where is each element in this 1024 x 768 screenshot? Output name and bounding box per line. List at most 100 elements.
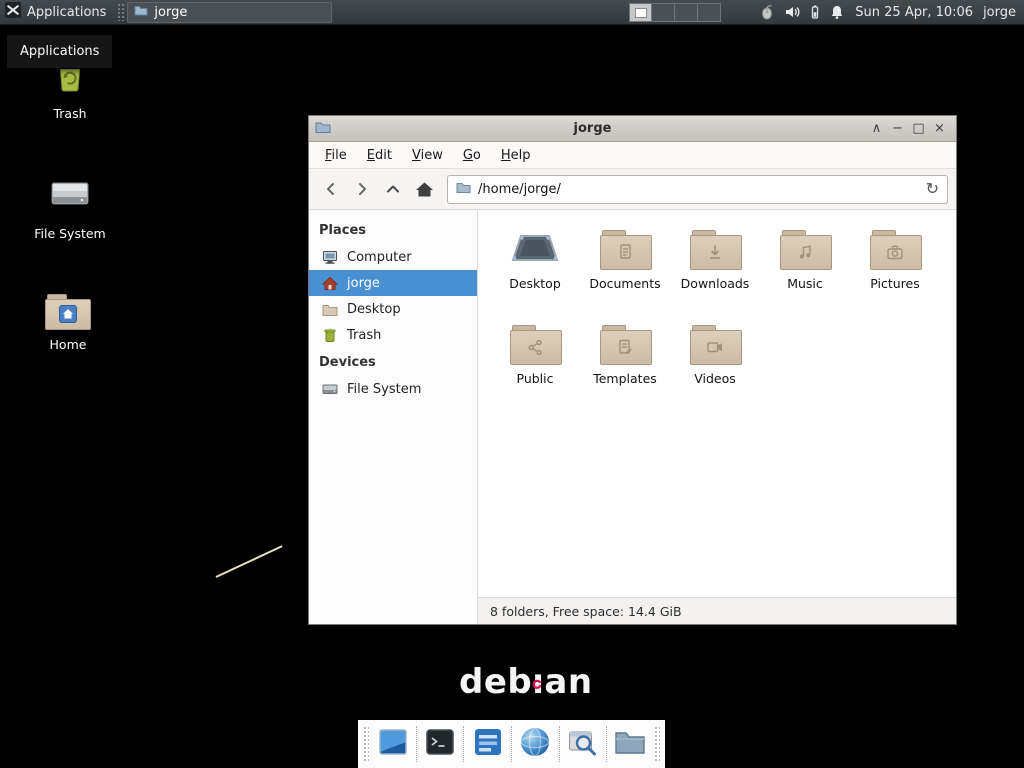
home-emblem-icon (59, 305, 77, 323)
file-item-downloads[interactable]: Downloads (671, 226, 759, 321)
file-item-videos[interactable]: Videos (671, 321, 759, 416)
panel-handle[interactable] (117, 3, 125, 21)
bell-icon[interactable] (829, 4, 845, 20)
back-button[interactable] (317, 175, 345, 203)
applications-label: Applications (27, 5, 106, 20)
volume-icon[interactable] (784, 4, 801, 20)
debian-swirl-icon (531, 659, 542, 699)
template-emblem-icon (615, 338, 635, 357)
trash-icon (322, 327, 338, 343)
text-editor-icon (472, 726, 504, 762)
file-label: Pictures (870, 276, 920, 291)
file-label: Documents (589, 276, 660, 291)
sidebar-item-trash[interactable]: Trash (309, 322, 477, 348)
dock-separator (511, 726, 512, 762)
workspace-pager (629, 3, 721, 22)
workspace-1[interactable] (629, 3, 652, 22)
devices-header: Devices (309, 348, 477, 376)
terminal-icon (424, 726, 456, 762)
sidebar-item-computer[interactable]: Computer (309, 244, 477, 270)
file-item-public[interactable]: Public (491, 321, 579, 416)
menu-edit[interactable]: Edit (357, 144, 402, 167)
menubar: File Edit View Go Help (309, 142, 956, 169)
music-note-icon (795, 243, 815, 262)
workspace-3[interactable] (675, 3, 698, 22)
folder-icon (600, 325, 650, 363)
clock[interactable]: Sun 25 Apr, 10:06 (855, 5, 973, 20)
launcher-web-browser[interactable] (517, 724, 553, 764)
launcher-file-manager[interactable] (612, 724, 648, 764)
folder-icon (614, 729, 646, 760)
folder-icon (870, 230, 920, 268)
sidebar-item-jorge[interactable]: jorge (309, 270, 477, 296)
path-folder-icon (456, 181, 471, 198)
file-label: Music (787, 276, 823, 291)
home-button[interactable] (410, 175, 438, 203)
task-window-icon (134, 4, 148, 20)
file-item-pictures[interactable]: Pictures (851, 226, 939, 321)
share-emblem-icon (525, 338, 545, 357)
desktop-icon-home[interactable]: Home (20, 294, 116, 352)
main-column: Desktop Documents (478, 210, 956, 624)
titlebar[interactable]: jorge ∧ − □ × (309, 116, 956, 142)
desktop-icon-filesystem[interactable]: File System (22, 172, 118, 241)
desktop-icon-label: Home (50, 337, 87, 352)
sidebar-item-label: Computer (347, 250, 412, 265)
dock-separator (606, 726, 607, 762)
folder-icon (600, 230, 650, 268)
file-item-desktop[interactable]: Desktop (491, 226, 579, 321)
file-label: Public (517, 371, 554, 386)
forward-button[interactable] (348, 175, 376, 203)
computer-icon (322, 249, 338, 265)
sidebar-item-desktop[interactable]: Desktop (309, 296, 477, 322)
launcher-text-editor[interactable] (470, 724, 506, 764)
dock-separator (463, 726, 464, 762)
menu-file[interactable]: File (315, 144, 357, 167)
launcher-terminal[interactable] (422, 724, 458, 764)
drive-icon (48, 172, 92, 219)
applications-tooltip: Applications (6, 34, 113, 69)
menu-help[interactable]: Help (491, 144, 541, 167)
file-item-documents[interactable]: Documents (581, 226, 669, 321)
path-bar[interactable]: /home/jorge/ ↻ (447, 175, 948, 204)
dock-separator (559, 726, 560, 762)
video-emblem-icon (705, 338, 726, 357)
workspace-4[interactable] (698, 3, 721, 22)
camera-emblem-icon (885, 243, 906, 262)
launcher-show-desktop[interactable] (375, 724, 411, 764)
file-label: Downloads (681, 276, 750, 291)
task-button-jorge[interactable]: jorge (127, 2, 332, 23)
refresh-button[interactable]: ↻ (926, 181, 939, 197)
sidebar-item-filesystem[interactable]: File System (309, 376, 477, 402)
statusbar-text: 8 folders, Free space: 14.4 GiB (490, 604, 682, 619)
user-menu[interactable]: jorge (983, 5, 1016, 20)
document-emblem-icon (615, 243, 635, 262)
applications-button[interactable]: Applications (0, 0, 115, 24)
shade-button[interactable]: ∧ (866, 119, 887, 139)
file-item-templates[interactable]: Templates (581, 321, 669, 416)
launcher-app-finder[interactable] (565, 724, 601, 764)
dock-handle[interactable] (654, 726, 660, 762)
window-body: Places Computer jorge (309, 210, 956, 624)
task-button-label: jorge (154, 5, 187, 20)
battery-icon[interactable] (810, 4, 820, 20)
minimize-button[interactable]: − (887, 119, 908, 139)
debian-logo: debıan (459, 662, 593, 702)
sidebar-item-label: File System (347, 382, 421, 397)
mouse-icon[interactable] (759, 4, 775, 20)
up-button[interactable] (379, 175, 407, 203)
folder-icon (780, 230, 830, 268)
workspace-window-thumb (635, 8, 647, 18)
dock-handle[interactable] (363, 726, 369, 762)
menu-go[interactable]: Go (453, 144, 491, 167)
menu-view[interactable]: View (402, 144, 453, 167)
file-item-music[interactable]: Music (761, 226, 849, 321)
close-button[interactable]: × (929, 119, 950, 139)
home-folder-icon (45, 294, 91, 330)
sidebar-item-label: Desktop (347, 302, 401, 317)
download-emblem-icon (705, 243, 725, 262)
maximize-button[interactable]: □ (908, 119, 929, 139)
file-grid: Desktop Documents (478, 210, 956, 597)
folder-icon (690, 325, 740, 363)
workspace-2[interactable] (652, 3, 675, 22)
